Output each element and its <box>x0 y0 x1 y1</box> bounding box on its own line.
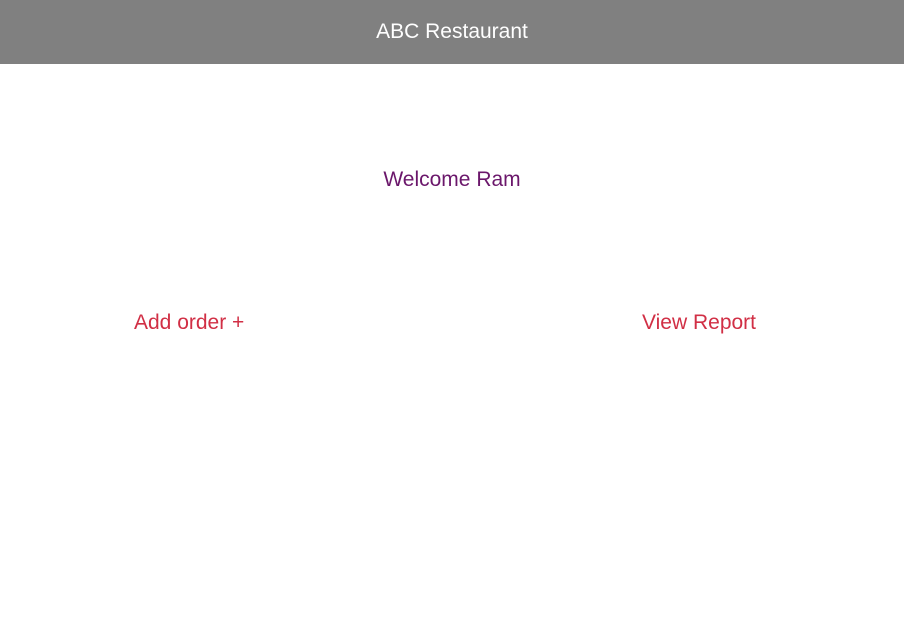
restaurant-title: ABC Restaurant <box>376 19 528 43</box>
view-report-link[interactable]: View Report <box>642 310 756 336</box>
app-header: ABC Restaurant <box>0 0 904 64</box>
add-order-link[interactable]: Add order + <box>134 310 244 336</box>
app-window: ABC Restaurant Welcome Ram Add order + V… <box>0 0 904 632</box>
actions-row: Add order + View Report <box>0 310 904 336</box>
welcome-message: Welcome Ram <box>383 168 521 191</box>
